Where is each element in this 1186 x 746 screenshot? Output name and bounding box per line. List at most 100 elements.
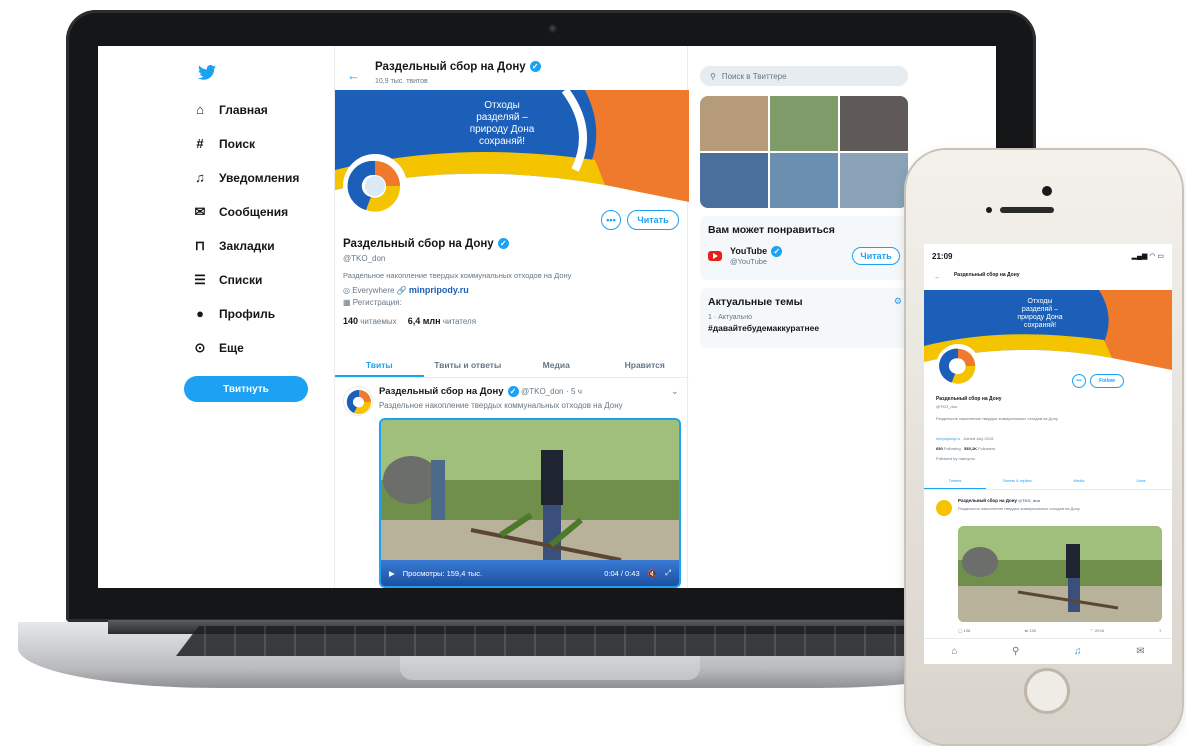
more-options-button[interactable]: ••• — [601, 210, 621, 230]
sidebar-item-lists[interactable]: ☰ Списки — [193, 272, 262, 288]
phone-page-title: Раздельный сбор на Дону — [954, 272, 1020, 278]
tab-tweets[interactable]: Твиты — [335, 352, 424, 377]
laptop-screen: ⌂ Главная # Поиск ♫ Уведомления ✉ Сообще… — [98, 46, 996, 588]
suggestion-row[interactable]: YouTube ✓ @YouTube Читать — [700, 242, 908, 274]
trend-meta: 1 · Актуально — [708, 314, 753, 321]
phone-tweet-actions: ◯ 108 ⇄ 136 ♡ 2K16 ⇪ — [958, 628, 1162, 633]
like-action[interactable]: ♡ 2K16 — [1090, 628, 1104, 633]
mute-icon[interactable]: 🔇 — [648, 569, 657, 578]
suggestion-name: YouTube ✓ — [730, 246, 844, 258]
media-thumb[interactable] — [770, 96, 838, 151]
follow-button[interactable]: Follow — [1090, 374, 1124, 388]
sidebar-item-label: Профиль — [219, 306, 276, 321]
sidebar-item-search[interactable]: # Поиск — [193, 136, 255, 151]
settings-gear-icon[interactable]: ⚙ — [894, 296, 902, 307]
tweet-text: Раздельное накопление твердых коммунальн… — [379, 401, 623, 410]
phone-tab-replies[interactable]: Tweets & replies — [986, 472, 1048, 489]
retweet-action[interactable]: ⇄ 136 — [1025, 628, 1036, 633]
trend-hashtag[interactable]: #давайтебудемаккуратнее — [700, 321, 908, 341]
tweet-count: 10,9 тыс. твитов — [375, 78, 428, 85]
chevron-down-icon[interactable]: ⌄ — [671, 386, 679, 397]
reply-action[interactable]: ◯ 108 — [958, 628, 970, 633]
profile-handle: @TKO_don — [343, 254, 386, 263]
sidebar-item-notifications[interactable]: ♫ Уведомления — [193, 170, 299, 185]
phone-followers-count[interactable]: 535,1K — [964, 446, 977, 451]
phone-profile-name: Раздельный сбор на Дону — [936, 396, 1002, 402]
following-count[interactable]: 140 — [343, 316, 358, 326]
media-thumb[interactable] — [840, 96, 908, 151]
video-duration: 0:04 / 0:43 — [604, 568, 640, 578]
media-thumb[interactable] — [700, 153, 768, 208]
sidebar-item-messages[interactable]: ✉ Сообщения — [193, 204, 289, 220]
search-input[interactable]: ⚲ Поиск в Твиттере — [700, 66, 908, 86]
sidebar-item-label: Списки — [219, 273, 263, 287]
like-count: 2K16 — [1094, 628, 1105, 633]
phone-tweet-author[interactable]: Раздельный сбор на Дону — [958, 498, 1017, 503]
back-arrow-icon[interactable]: ← — [347, 68, 360, 83]
phone-following-count[interactable]: 650 — [936, 446, 943, 451]
tweet-button[interactable]: Твитнуть — [184, 376, 308, 402]
phone-tab-tweets[interactable]: Tweets — [924, 472, 986, 489]
share-icon[interactable]: ⇪ — [1159, 628, 1162, 633]
sidebar-item-home[interactable]: ⌂ Главная — [193, 102, 268, 117]
media-thumb[interactable] — [700, 96, 768, 151]
bell-icon[interactable]: ♫ — [1074, 646, 1082, 657]
home-icon[interactable]: ⌂ — [951, 646, 957, 657]
suggestion-handle: @YouTube — [730, 257, 768, 267]
phone-tweet-handle: @TKO_don — [1018, 498, 1041, 503]
verified-icon: ✓ — [529, 61, 541, 73]
profile-website-link[interactable]: minpripody.ru — [409, 285, 469, 295]
tweet-handle: @TKO_don — [521, 387, 564, 397]
phone-followers-label: Followers — [978, 446, 996, 451]
back-arrow-icon[interactable]: ← — [934, 274, 941, 281]
profile-tabs: Твиты Твиты и ответы Медиа Нравится — [335, 352, 689, 378]
sidebar-item-label: Сообщения — [219, 205, 289, 219]
phone-tweet-video[interactable] — [958, 526, 1162, 622]
more-options-button[interactable]: ••• — [1072, 374, 1086, 388]
fullscreen-icon[interactable]: ⤢ — [665, 568, 671, 578]
phone-bottom-nav: ⌂ ⚲ ♫ ✉ — [924, 638, 1172, 664]
tweet-time[interactable]: · 5 ч — [566, 387, 582, 396]
phone-tab-media[interactable]: Media — [1048, 472, 1110, 489]
tab-media[interactable]: Медиа — [512, 352, 601, 377]
banner-line: природу Дона — [469, 124, 535, 135]
phone-front-camera — [1042, 186, 1052, 196]
followers-count[interactable]: 6,4 млн — [408, 316, 441, 326]
laptop-camera — [548, 24, 557, 33]
phone-home-button[interactable] — [1024, 668, 1070, 714]
home-icon: ⌂ — [196, 102, 204, 117]
sidebar-item-more[interactable]: ⊙ Еще — [193, 340, 244, 356]
suggestion-follow-button[interactable]: Читать — [852, 247, 900, 266]
phone-website-link[interactable]: minpripody.ru — [936, 436, 960, 441]
bookmark-icon: ⊓ — [194, 238, 206, 253]
profile-avatar[interactable] — [343, 154, 407, 218]
recycle-logo-icon — [346, 389, 372, 415]
mail-icon: ✉ — [194, 204, 206, 219]
follow-button[interactable]: Читать — [627, 210, 679, 230]
banner-line: разделяй – — [476, 112, 528, 123]
phone-tweet-avatar[interactable] — [936, 500, 952, 516]
tab-likes[interactable]: Нравится — [601, 352, 690, 377]
media-thumb[interactable] — [840, 153, 908, 208]
twitter-logo-icon[interactable] — [198, 64, 216, 85]
calendar-icon: ▦ — [343, 298, 351, 307]
banner-line: разделяй – — [1021, 306, 1059, 313]
phone-profile-handle: @TKO_don — [936, 404, 958, 409]
play-icon[interactable]: ▶ — [389, 569, 395, 578]
phone-avatar[interactable] — [936, 344, 980, 388]
tweet-author[interactable]: Раздельный сбор на Дону — [379, 386, 504, 397]
phone-tab-likes[interactable]: Likes — [1110, 472, 1172, 489]
banner-line: Отходы — [484, 100, 520, 111]
sidebar-item-profile[interactable]: ● Профиль — [193, 306, 275, 321]
search-icon[interactable]: ⚲ — [1012, 646, 1019, 657]
tweet-video[interactable]: ▶ Просмотры: 159,4 тыс. 0:04 / 0:43 🔇 ⤢ — [379, 418, 681, 588]
tab-tweets-replies[interactable]: Твиты и ответы — [424, 352, 513, 377]
profile-name-text: Раздельный сбор на Дону — [343, 238, 494, 250]
sidebar-item-bookmarks[interactable]: ⊓ Закладки — [193, 238, 275, 254]
mail-icon[interactable]: ✉ — [1136, 646, 1144, 657]
media-grid[interactable] — [700, 96, 908, 208]
media-thumb[interactable] — [770, 153, 838, 208]
sidebar-item-label: Главная — [219, 102, 268, 117]
tweet-avatar[interactable] — [343, 386, 373, 416]
profile-stats: 140 читаемых 6,4 млн читателя — [343, 316, 476, 326]
